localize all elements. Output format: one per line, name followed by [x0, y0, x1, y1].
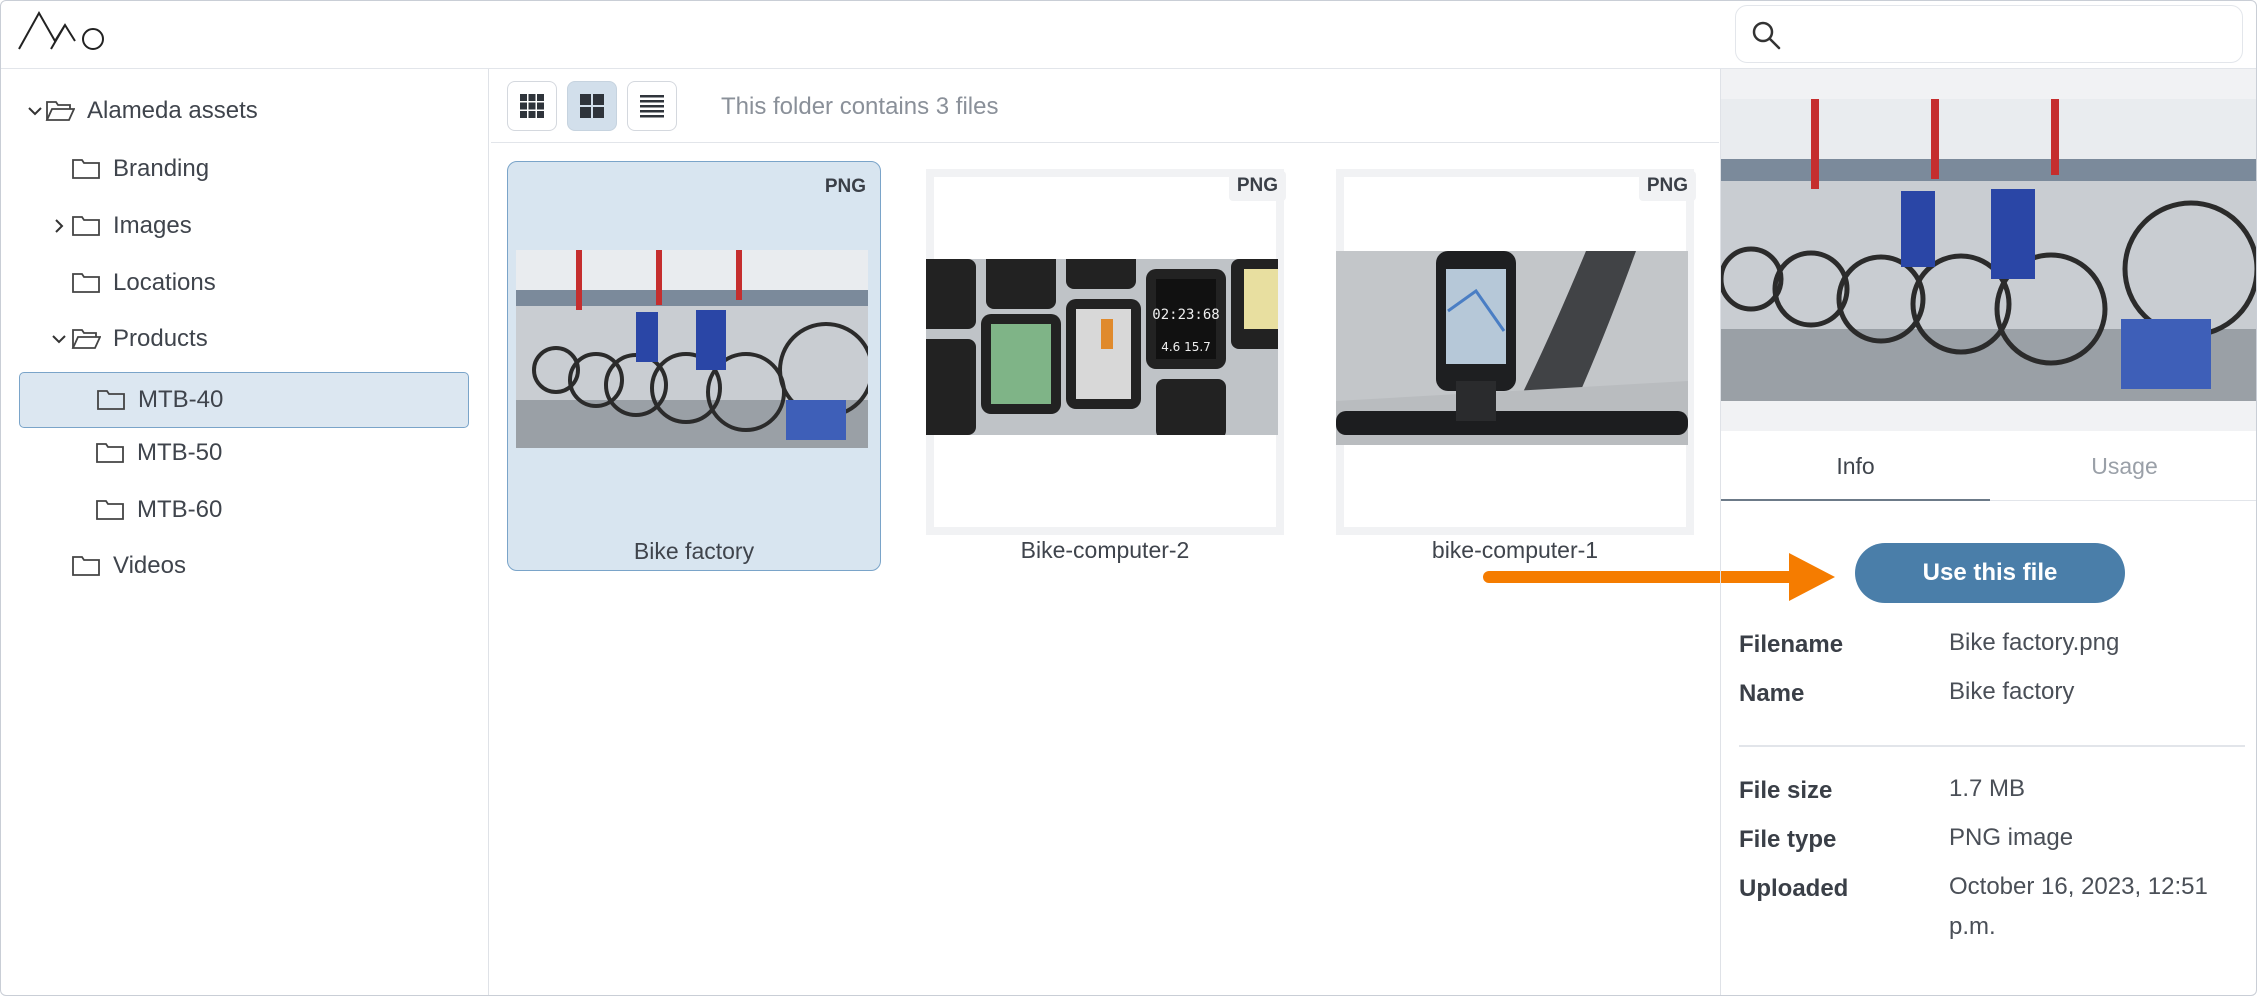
tree-item-label: Branding [113, 155, 210, 182]
tree-item-label: MTB-40 [138, 386, 224, 413]
chevron-down-icon[interactable] [49, 329, 69, 349]
small-grid-icon [520, 94, 544, 118]
tree-item-videos[interactable]: Videos [71, 538, 186, 594]
bike-factory-thumbnail [516, 250, 868, 448]
tree-item-label: Locations [113, 269, 216, 296]
file-type-badge: PNG [1638, 171, 1696, 201]
use-this-file-button[interactable]: Use this file [1855, 543, 2125, 603]
tree-item-images[interactable]: Images [49, 198, 192, 254]
list-icon [640, 95, 664, 118]
tree-item-label: Videos [113, 552, 186, 579]
meta-value-name: Bike factory [1949, 678, 2075, 705]
svg-text:02:23:68: 02:23:68 [1152, 307, 1219, 323]
svg-text:4.6 15.7: 4.6 15.7 [1161, 340, 1211, 354]
meta-value-uploaded: October 16, 2023, 12:51 p.m. [1949, 873, 2208, 940]
file-card-bike-computer-2[interactable]: PNG 02:23:68 4.6 15.7 Bike-computer-2 [918, 161, 1292, 571]
chevron-right-icon[interactable] [49, 216, 69, 236]
tree-item-label: Alameda assets [87, 97, 258, 124]
tree-item-label: Products [113, 325, 208, 352]
folder-open-icon [71, 329, 101, 349]
file-card-bike-factory[interactable]: PNG Bike factory [507, 161, 881, 571]
file-toolbar: This folder contains 3 files [491, 69, 1719, 143]
folder-open-icon [45, 101, 75, 121]
header [1, 1, 2256, 69]
mountain-logo-icon[interactable] [17, 7, 111, 53]
file-name: Bike-computer-2 [1020, 537, 1190, 563]
detail-tabs: Info Usage [1721, 431, 2256, 501]
file-type-badge: PNG [824, 176, 866, 197]
tab-usage[interactable]: Usage [1990, 431, 2256, 501]
app-window: Alameda assets Branding Images Locations… [0, 0, 2257, 996]
meta-label-filename: Filename [1739, 631, 1844, 658]
meta-label-uploaded: Uploaded [1739, 875, 1849, 902]
file-card-bike-computer-1[interactable]: PNG bike-computer-1 [1328, 161, 1702, 571]
tree-item-label: MTB-60 [137, 496, 223, 523]
bike-factory-preview-image [1721, 99, 2256, 401]
folder-tree: Alameda assets Branding Images Locations… [1, 69, 489, 995]
meta-label-file-size: File size [1739, 777, 1833, 804]
folder-icon [96, 500, 124, 520]
meta-label-name: Name [1739, 680, 1805, 707]
bike-computer-1-thumbnail [1336, 251, 1688, 445]
large-grid-view-button[interactable] [567, 81, 617, 131]
meta-value-file-size: 1.7 MB [1949, 775, 2026, 802]
tab-info[interactable]: Info [1721, 431, 1990, 501]
tree-item-mtb-40[interactable]: MTB-40 [19, 372, 469, 428]
folder-file-count: This folder contains 3 files [721, 93, 999, 120]
folder-icon [72, 273, 100, 293]
folder-icon [72, 159, 100, 179]
tree-item-label: Images [113, 212, 192, 239]
folder-icon [96, 443, 124, 463]
file-detail-panel: Info Usage Use this file Filename Bike f… [1720, 69, 2256, 995]
folder-icon [72, 216, 100, 236]
folder-icon [97, 390, 125, 410]
tree-item-branding[interactable]: Branding [71, 141, 209, 197]
tree-item-locations[interactable]: Locations [71, 255, 216, 311]
tree-item-mtb-60[interactable]: MTB-60 [95, 482, 222, 538]
meta-value-filename: Bike factory.png [1949, 629, 2120, 656]
folder-icon [72, 556, 100, 576]
bike-computer-2-thumbnail: 02:23:68 4.6 15.7 [926, 259, 1278, 435]
small-grid-view-button[interactable] [507, 81, 557, 131]
list-view-button[interactable] [627, 81, 677, 131]
large-grid-icon [580, 94, 604, 118]
tree-item-alameda-assets[interactable]: Alameda assets [25, 83, 258, 139]
file-type-badge: PNG [1228, 171, 1286, 201]
tree-item-label: MTB-50 [137, 439, 223, 466]
search-icon [1752, 21, 1781, 50]
search-input[interactable] [1735, 5, 2243, 63]
meta-label-file-type: File type [1739, 826, 1837, 853]
tree-item-products[interactable]: Products [49, 311, 208, 367]
meta-value-file-type: PNG image [1949, 824, 2074, 851]
chevron-down-icon[interactable] [25, 101, 45, 121]
tree-item-mtb-50[interactable]: MTB-50 [95, 425, 222, 481]
meta-divider [1739, 745, 2245, 747]
file-name: Bike factory [633, 538, 755, 564]
